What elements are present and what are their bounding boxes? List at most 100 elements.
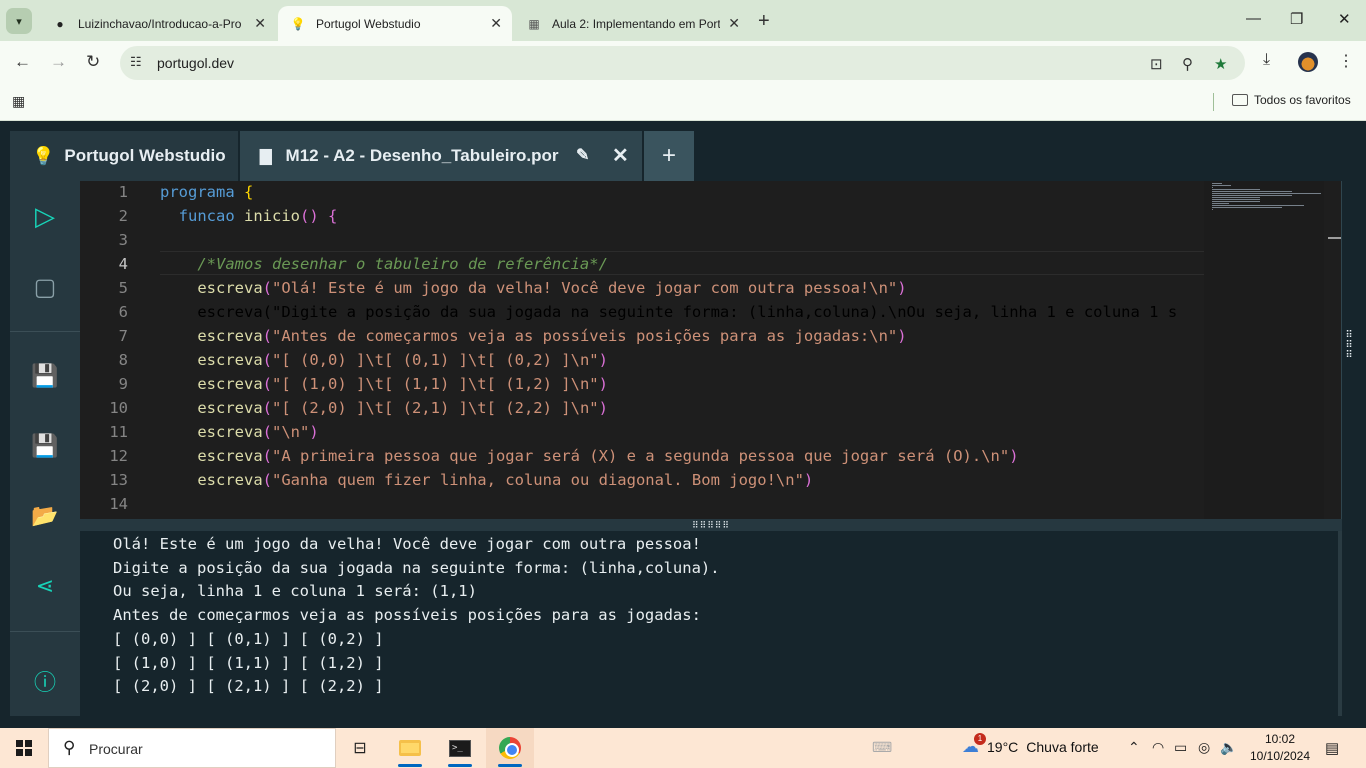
minimap[interactable]: [1204, 181, 1324, 519]
scroll-thumb[interactable]: [1328, 237, 1341, 239]
line-number: 2: [118, 207, 128, 225]
install-app-icon[interactable]: ⊡: [1150, 55, 1163, 73]
address-bar[interactable]: ☷ portugol.dev ⊡ ⚲ ★: [120, 46, 1245, 80]
code-text[interactable]: escreva("Antes de começarmos veja as pos…: [160, 324, 906, 348]
browser-tab-aula[interactable]: ▦ Aula 2: Implementando em Port ✕: [514, 6, 750, 41]
download-icon[interactable]: ⤓: [1263, 51, 1270, 69]
code-text[interactable]: /*Vamos desenhar o tabuleiro de referênc…: [160, 252, 608, 276]
code-line[interactable]: 10 escreva("[ (2,0) ]\t[ (2,1) ]\t[ (2,2…: [80, 396, 1204, 420]
notifications-icon[interactable]: ▤: [1325, 739, 1339, 757]
browser-tab-github[interactable]: ● Luizinchavao/Introducao-a-Pro ✕: [40, 6, 276, 41]
input-indicator-icon[interactable]: ⌨: [872, 739, 892, 756]
close-tab-icon[interactable]: ✕: [728, 15, 740, 32]
app-tab-home[interactable]: 💡 Portugol Webstudio: [10, 131, 238, 181]
code-line[interactable]: 14: [80, 492, 1204, 516]
reload-icon[interactable]: ↻: [86, 52, 100, 72]
code-line[interactable]: 9 escreva("[ (1,0) ]\t[ (1,1) ]\t[ (1,2)…: [80, 372, 1204, 396]
terminal-icon[interactable]: >_: [436, 728, 484, 768]
zoom-icon[interactable]: ⚲: [1182, 55, 1193, 73]
clock-date: 10/10/2024: [1249, 749, 1311, 763]
new-file-tab-button[interactable]: +: [644, 131, 694, 181]
console-line: [ (1,0) ] [ (1,1) ] [ (1,2) ]: [113, 653, 384, 672]
tab-search-button[interactable]: ▾: [6, 8, 32, 34]
close-window-icon[interactable]: ✕: [1338, 10, 1351, 28]
resize-grip-icon[interactable]: ⠿ ⠿ ⠿: [1341, 331, 1357, 371]
new-tab-icon[interactable]: +: [758, 10, 770, 33]
code-line[interactable]: 1 programa {: [80, 181, 1204, 204]
minimap-line: [1212, 207, 1282, 208]
code-line[interactable]: 8 escreva("[ (0,0) ]\t[ (0,1) ]\t[ (0,2)…: [80, 348, 1204, 372]
code-text[interactable]: funcao inicio() {: [160, 204, 338, 228]
restore-icon[interactable]: ❐: [1290, 10, 1303, 28]
console-scrollbar[interactable]: [1338, 531, 1342, 716]
share-icon[interactable]: ⋖: [10, 573, 80, 599]
weather-widget[interactable]: ☁ 1 19°C Chuva forte: [962, 733, 1099, 757]
code-line[interactable]: 2 funcao inicio() {: [80, 204, 1204, 228]
close-file-tab-icon[interactable]: ✕: [612, 143, 629, 168]
file-explorer-icon[interactable]: [386, 728, 434, 768]
close-tab-icon[interactable]: ✕: [490, 15, 502, 32]
panel-splitter[interactable]: ⠿⠿⠿⠿⠿: [80, 519, 1342, 531]
editor-scrollbar[interactable]: [1324, 181, 1341, 519]
forward-icon[interactable]: →: [50, 52, 67, 72]
close-tab-icon[interactable]: ✕: [254, 15, 266, 32]
app-tab-file[interactable]: ▇ M12 - A2 - Desenho_Tabuleiro.por ✎ ✕: [240, 131, 642, 181]
code-text[interactable]: escreva("Digite a posição da sua jogada …: [160, 300, 1177, 324]
browser-menu-icon[interactable]: ⋮: [1338, 51, 1354, 71]
bookmark-star-icon[interactable]: ★: [1214, 55, 1227, 73]
search-icon: ⚲: [63, 738, 76, 757]
code-line[interactable]: 6 escreva("Digite a posição da sua jogad…: [80, 300, 1204, 324]
code-text[interactable]: escreva("[ (1,0) ]\t[ (1,1) ]\t[ (1,2) ]…: [160, 372, 608, 396]
weather-cloud-icon: ☁ 1: [962, 733, 986, 757]
volume-icon[interactable]: 🔈: [1220, 739, 1237, 756]
windows-start-icon[interactable]: [16, 740, 32, 756]
save-as-icon[interactable]: 💾: [10, 433, 80, 459]
output-console[interactable]: Olá! Este é um jogo da velha! Você deve …: [80, 531, 1342, 716]
browser-tab-portugol[interactable]: 💡 Portugol Webstudio ✕: [278, 6, 512, 41]
site-info-icon[interactable]: ☷: [130, 54, 142, 70]
code-line[interactable]: 11 escreva("\n"): [80, 420, 1204, 444]
clock[interactable]: 10:02 10/10/2024: [1248, 731, 1312, 765]
all-bookmarks-button[interactable]: Todos os favoritos: [1232, 93, 1351, 107]
code-line[interactable]: 4 /*Vamos desenhar o tabuleiro de referê…: [80, 252, 1204, 276]
run-play-icon[interactable]: ▷: [10, 201, 80, 232]
task-view-icon[interactable]: ⊟: [336, 728, 384, 768]
minimap-line: [1212, 205, 1304, 206]
open-folder-icon[interactable]: 📂: [10, 503, 80, 529]
rename-edit-icon[interactable]: ✎: [576, 145, 589, 165]
code-text[interactable]: escreva("[ (2,0) ]\t[ (2,1) ]\t[ (2,2) ]…: [160, 396, 608, 420]
apps-grid-icon[interactable]: ▦: [12, 93, 25, 110]
code-text[interactable]: escreva("\n"): [160, 420, 318, 444]
mic-icon[interactable]: ◎: [1198, 739, 1210, 756]
help-icon[interactable]: ⓘ: [10, 665, 80, 697]
code-line[interactable]: 13 escreva("Ganha quem fizer linha, colu…: [80, 468, 1204, 492]
code-text[interactable]: escreva("[ (0,0) ]\t[ (0,1) ]\t[ (0,2) ]…: [160, 348, 608, 372]
code-text[interactable]: escreva("A primeira pessoa que jogar ser…: [160, 444, 1018, 468]
show-hidden-icons[interactable]: ⌃: [1128, 739, 1140, 756]
code-text[interactable]: escreva("Olá! Este é um jogo da velha! V…: [160, 276, 906, 300]
taskbar-search[interactable]: ⚲ Procurar: [48, 728, 336, 768]
save-icon[interactable]: 💾: [10, 363, 80, 389]
minimize-icon[interactable]: —: [1246, 10, 1261, 27]
tab-title: Aula 2: Implementando em Port: [552, 16, 720, 31]
code-text[interactable]: escreva("Ganha quem fizer linha, coluna …: [160, 468, 813, 492]
sidebar-divider: [10, 331, 80, 332]
back-icon[interactable]: ←: [14, 52, 31, 72]
wifi-icon[interactable]: ◠: [1152, 739, 1164, 756]
code-text[interactable]: programa {: [160, 181, 253, 204]
battery-icon[interactable]: ▭: [1174, 739, 1187, 756]
code-line[interactable]: 7 escreva("Antes de começarmos veja as p…: [80, 324, 1204, 348]
course-icon: ▦: [528, 16, 540, 31]
stop-icon[interactable]: ▢: [10, 273, 80, 302]
line-number: 1: [118, 183, 128, 201]
code-editor[interactable]: 1 programa {2 funcao inicio() {3 4 /*Vamos…: [80, 181, 1342, 519]
url-text[interactable]: portugol.dev: [157, 55, 234, 71]
profile-avatar[interactable]: [1298, 52, 1318, 72]
code-line[interactable]: 12 escreva("A primeira pessoa que jogar …: [80, 444, 1204, 468]
line-number: 9: [118, 375, 128, 393]
minimap-line: [1212, 201, 1260, 202]
code-line[interactable]: 3: [80, 228, 1204, 252]
chrome-taskbar-icon[interactable]: [486, 728, 534, 768]
lightbulb-icon: 💡: [32, 145, 55, 166]
code-line[interactable]: 5 escreva("Olá! Este é um jogo da velha!…: [80, 276, 1204, 300]
